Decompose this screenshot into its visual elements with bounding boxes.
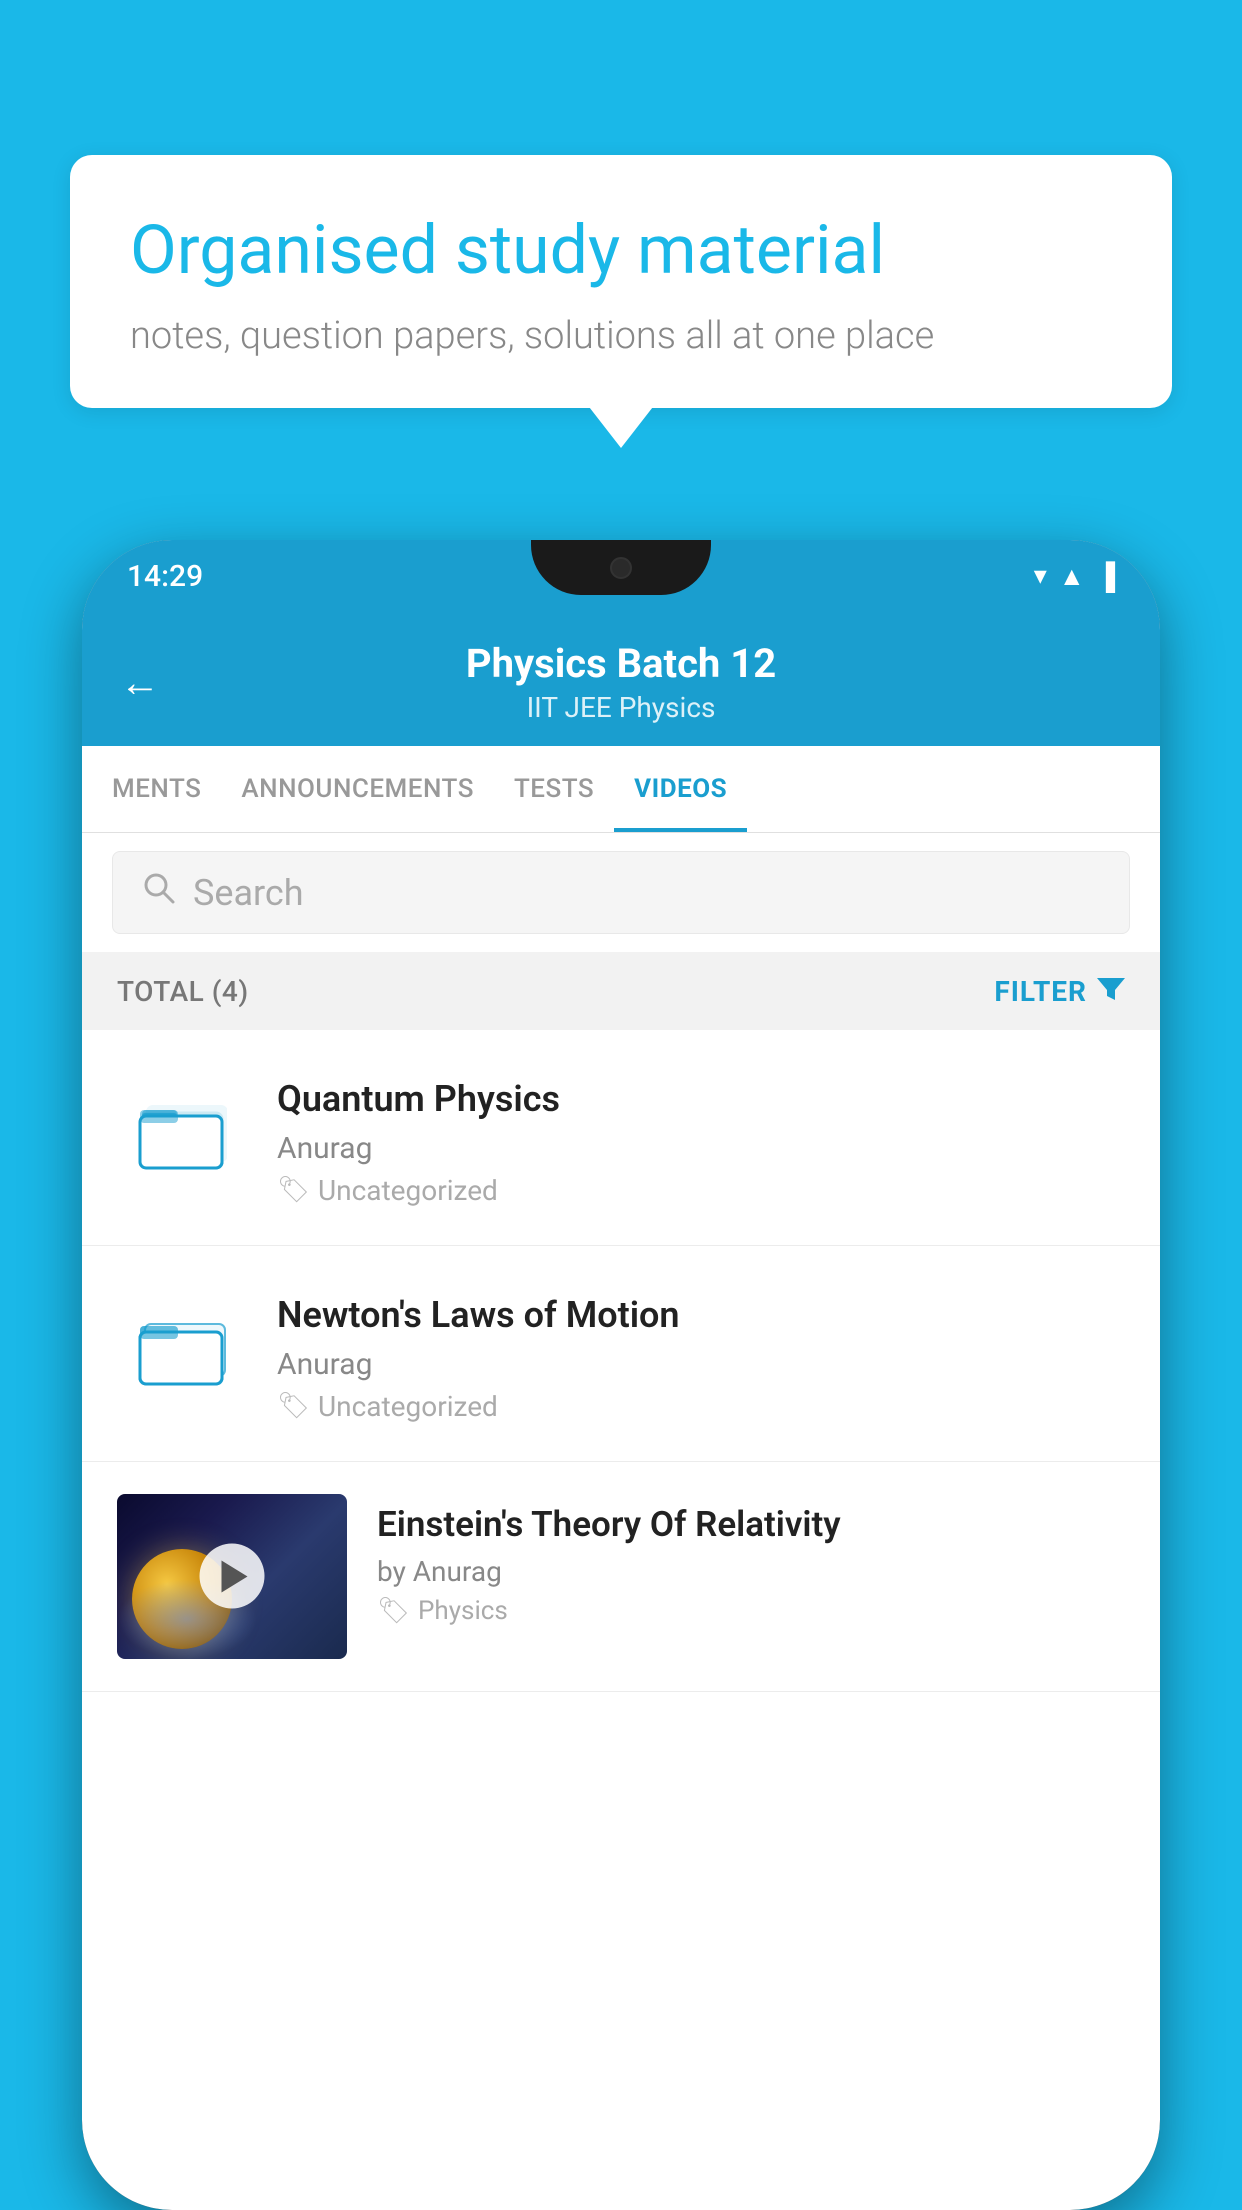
status-icons: ▾ ▲ ▐	[1034, 561, 1115, 592]
filter-button[interactable]: FILTER	[994, 972, 1125, 1010]
filter-label-text: FILTER	[994, 975, 1087, 1008]
wifi-icon: ▾	[1034, 561, 1047, 591]
video-author-einstein: by Anurag	[377, 1555, 1125, 1588]
app-header: ← Physics Batch 12 IIT JEE Physics	[82, 612, 1160, 746]
phone-screen: 14:29 ▾ ▲ ▐ ← Physics Batch 12 IIT JEE P…	[82, 540, 1160, 2210]
video-thumb-newton	[117, 1284, 247, 1414]
tab-announcements[interactable]: ANNOUNCEMENTS	[221, 746, 494, 832]
search-placeholder-text: Search	[193, 872, 304, 914]
search-bar[interactable]: Search	[112, 851, 1130, 934]
list-item[interactable]: Newton's Laws of Motion Anurag 🏷 Uncateg…	[82, 1246, 1160, 1462]
play-triangle	[222, 1560, 248, 1592]
video-list: Quantum Physics Anurag 🏷 Uncategorized	[82, 1030, 1160, 1692]
status-time: 14:29	[127, 559, 203, 594]
filter-row: TOTAL (4) FILTER	[82, 952, 1160, 1030]
search-icon	[141, 870, 177, 915]
video-title-einstein: Einstein's Theory Of Relativity	[377, 1502, 1125, 1548]
signal-icon: ▲	[1059, 561, 1085, 592]
speech-bubble-container: Organised study material notes, question…	[70, 155, 1172, 408]
video-title-quantum: Quantum Physics	[277, 1076, 1125, 1123]
header-title-group: Physics Batch 12 IIT JEE Physics	[466, 640, 776, 724]
notch	[531, 540, 711, 595]
speech-bubble-subtext: notes, question papers, solutions all at…	[130, 314, 1112, 358]
tab-ments[interactable]: MENTS	[92, 746, 221, 832]
phone-frame: 14:29 ▾ ▲ ▐ ← Physics Batch 12 IIT JEE P…	[82, 540, 1160, 2210]
tag-text-quantum: Uncategorized	[318, 1174, 498, 1207]
tag-icon: 🏷	[277, 1391, 310, 1421]
video-tag-einstein: 🏷 Physics	[377, 1596, 1125, 1626]
header-subtitle: IIT JEE Physics	[466, 691, 776, 724]
speech-bubble: Organised study material notes, question…	[70, 155, 1172, 408]
tabs-bar: MENTS ANNOUNCEMENTS TESTS VIDEOS	[82, 746, 1160, 833]
filter-funnel-icon	[1097, 972, 1125, 1010]
battery-icon: ▐	[1097, 561, 1115, 592]
play-button-icon[interactable]	[200, 1544, 265, 1609]
speech-bubble-heading: Organised study material	[130, 210, 1112, 292]
list-item[interactable]: Einstein's Theory Of Relativity by Anura…	[82, 1462, 1160, 1692]
header-title: Physics Batch 12	[466, 640, 776, 687]
list-item[interactable]: Quantum Physics Anurag 🏷 Uncategorized	[82, 1030, 1160, 1246]
video-tag-quantum: 🏷 Uncategorized	[277, 1174, 1125, 1207]
search-bar-container: Search	[82, 833, 1160, 952]
video-thumbnail-einstein	[117, 1494, 347, 1659]
tag-icon: 🏷	[377, 1596, 410, 1626]
tag-icon: 🏷	[277, 1175, 310, 1205]
video-info-quantum: Quantum Physics Anurag 🏷 Uncategorized	[277, 1068, 1125, 1207]
tag-text-newton: Uncategorized	[318, 1390, 498, 1423]
video-tag-newton: 🏷 Uncategorized	[277, 1390, 1125, 1423]
back-button[interactable]: ←	[120, 659, 160, 706]
video-info-einstein: Einstein's Theory Of Relativity by Anura…	[377, 1494, 1125, 1627]
total-count-label: TOTAL (4)	[117, 975, 249, 1008]
video-thumb-quantum	[117, 1068, 247, 1198]
tab-videos[interactable]: VIDEOS	[614, 746, 747, 832]
video-author-quantum: Anurag	[277, 1131, 1125, 1166]
tab-tests[interactable]: TESTS	[494, 746, 614, 832]
video-author-newton: Anurag	[277, 1347, 1125, 1382]
video-title-newton: Newton's Laws of Motion	[277, 1292, 1125, 1339]
status-bar: 14:29 ▾ ▲ ▐	[82, 540, 1160, 612]
camera-dot	[610, 557, 632, 579]
tag-text-einstein: Physics	[418, 1596, 508, 1626]
video-info-newton: Newton's Laws of Motion Anurag 🏷 Uncateg…	[277, 1284, 1125, 1423]
